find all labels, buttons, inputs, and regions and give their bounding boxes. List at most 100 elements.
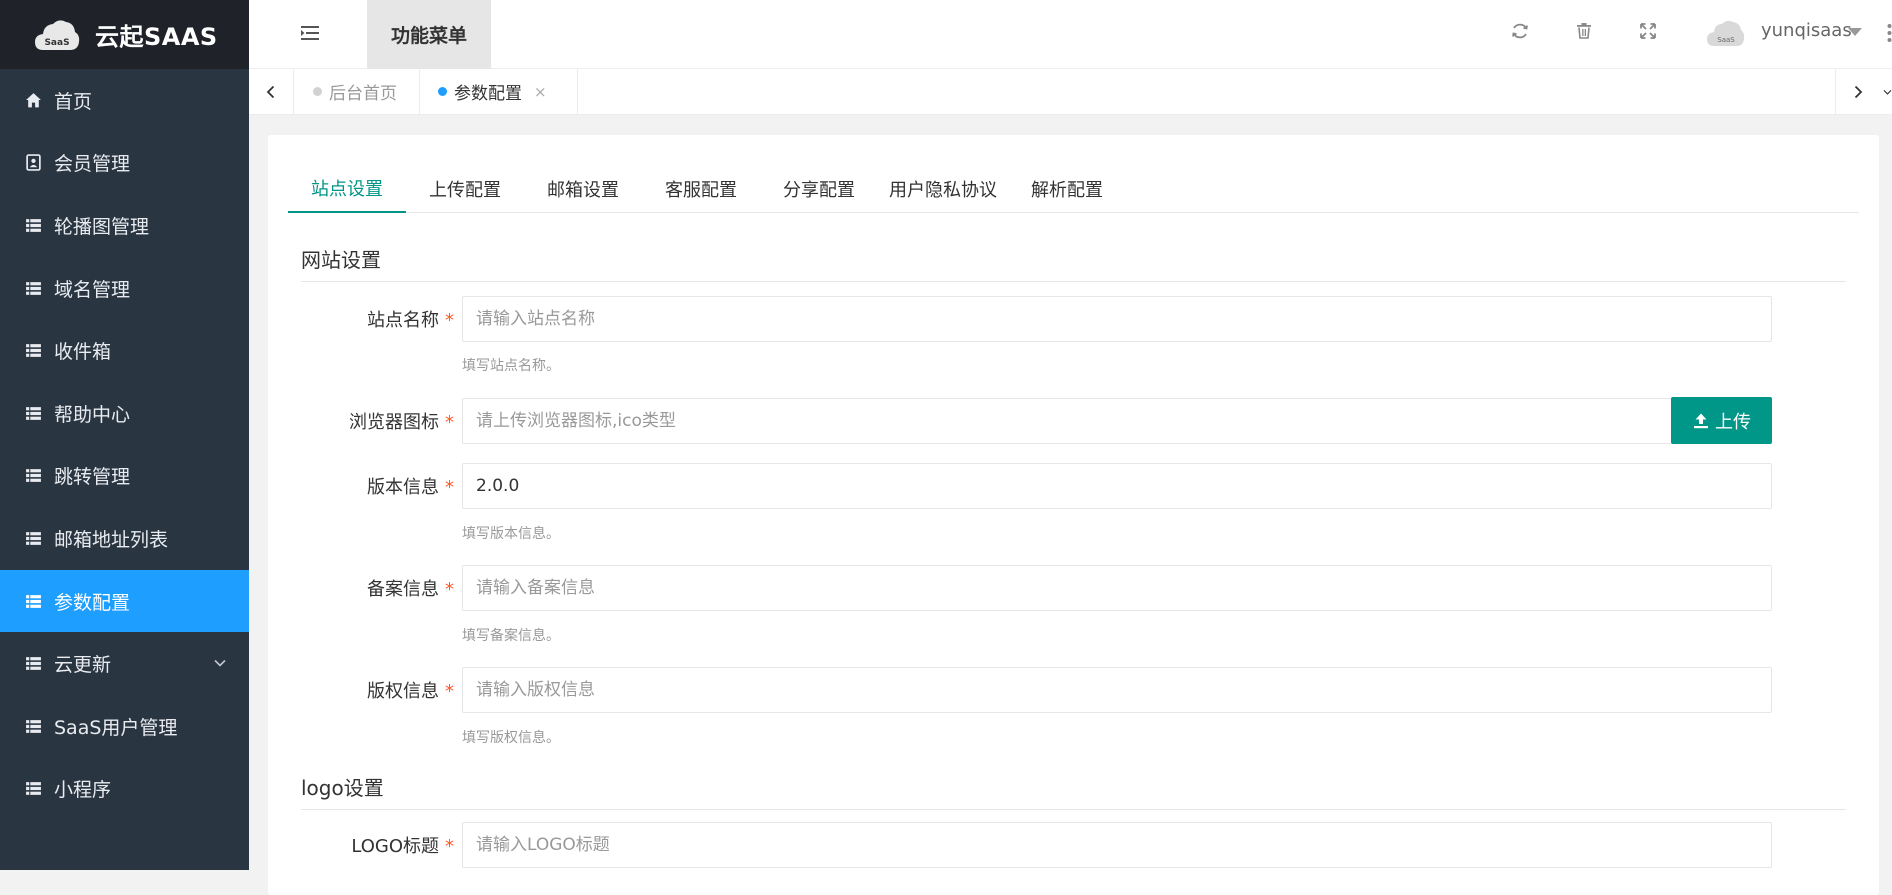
sidebar-item-label: 参数配置 [54, 591, 131, 614]
menu-toggle-icon[interactable] [299, 22, 321, 44]
avatar[interactable]: SaaS [1706, 17, 1746, 49]
label-text: LOGO标题 [351, 836, 439, 857]
sidebar-item-label: 收件箱 [54, 341, 112, 364]
upload-button-label: 上传 [1715, 411, 1751, 433]
required-mark: * [445, 681, 454, 702]
list-icon [24, 529, 42, 547]
more-vertical-icon[interactable] [1887, 22, 1892, 44]
sidebar-item-carousel[interactable]: 轮播图管理 [0, 194, 249, 257]
version-label: 版本信息 * [268, 473, 454, 499]
page-tab-label: 后台首页 [329, 84, 397, 104]
copyright-input[interactable] [462, 667, 1772, 713]
sidebar-item-help[interactable]: 帮助中心 [0, 382, 249, 445]
label-text: 浏览器图标 [349, 412, 439, 433]
list-icon [24, 216, 42, 234]
trash-icon[interactable] [1574, 21, 1596, 43]
sidebar-item-inbox[interactable]: 收件箱 [0, 319, 249, 382]
caret-down-icon[interactable] [1848, 28, 1862, 36]
page-tab-params[interactable]: 参数配置 × [420, 69, 578, 114]
username-label[interactable]: yunqisaas [1761, 20, 1852, 41]
sidebar-item-label: 小程序 [54, 779, 112, 802]
version-help: 填写版本信息。 [462, 526, 560, 542]
refresh-icon[interactable] [1510, 21, 1532, 43]
avatar-text: SaaS [1717, 36, 1735, 44]
tab-upload-config[interactable]: 上传配置 [406, 165, 524, 212]
tab-site-settings[interactable]: 站点设置 [288, 165, 406, 213]
site-name-help: 填写站点名称。 [462, 358, 560, 374]
sidebar-item-label: SaaS用户管理 [54, 716, 178, 739]
page-tabs-bar: 后台首页 参数配置 × [249, 69, 1892, 115]
list-icon [24, 780, 42, 798]
favicon-input[interactable] [462, 398, 1672, 444]
sidebar-item-redirects[interactable]: 跳转管理 [0, 445, 249, 508]
section-divider [301, 281, 1846, 282]
sidebar-item-label: 首页 [54, 90, 93, 113]
list-icon [24, 342, 42, 360]
sidebar-item-cloud-update[interactable]: 云更新 [0, 632, 249, 695]
tab-status-dot [438, 87, 447, 96]
sidebar-nav: 首页 会员管理 轮播图管理 域名管理 收件箱 帮助中心 跳转管理 邮箱地址列表 [0, 69, 249, 820]
tab-privacy-policy[interactable]: 用户隐私协议 [878, 165, 1008, 212]
copyright-label: 版权信息 * [268, 677, 454, 703]
list-icon [24, 279, 42, 297]
top-header: 功能菜单 SaaS yunqisaas [249, 0, 1892, 69]
sidebar-item-label: 轮播图管理 [54, 215, 150, 238]
icp-label: 备案信息 * [268, 575, 454, 601]
section-divider [301, 809, 1846, 810]
tabs-scroll-right-button[interactable] [1835, 69, 1880, 114]
required-mark: * [445, 836, 454, 857]
tab-email-settings[interactable]: 邮箱设置 [524, 165, 642, 212]
sidebar-item-label: 跳转管理 [54, 466, 131, 489]
config-card: 站点设置 上传配置 邮箱设置 客服配置 分享配置 用户隐私协议 解析配置 网站设… [268, 135, 1879, 895]
icp-input[interactable] [462, 565, 1772, 611]
version-input[interactable] [462, 463, 1772, 509]
site-name-input[interactable] [462, 296, 1772, 342]
tabs-scroll-left-button[interactable] [249, 69, 294, 114]
sidebar-item-params[interactable]: 参数配置 [0, 569, 249, 633]
fullscreen-icon[interactable] [1638, 21, 1660, 43]
logo-text: SaaS [44, 38, 69, 48]
page-tab-home[interactable]: 后台首页 [294, 69, 420, 114]
sidebar-item-label: 域名管理 [54, 278, 131, 301]
sidebar-item-label: 会员管理 [54, 153, 131, 176]
brand-logo[interactable]: SaaS 云起SAAS [0, 0, 249, 69]
cloud-logo-icon: SaaS [33, 16, 81, 54]
upload-favicon-button[interactable]: 上传 [1671, 397, 1772, 444]
label-text: 备案信息 [367, 579, 439, 600]
close-icon[interactable]: × [534, 83, 547, 101]
sidebar-item-domains[interactable]: 域名管理 [0, 257, 249, 320]
section-title-website: 网站设置 [301, 248, 381, 272]
sidebar-item-members[interactable]: 会员管理 [0, 132, 249, 195]
tab-status-dot [313, 87, 322, 96]
site-name-label: 站点名称 * [268, 306, 454, 332]
config-tabs: 站点设置 上传配置 邮箱设置 客服配置 分享配置 用户隐私协议 解析配置 [288, 165, 1859, 213]
contact-card-icon [24, 154, 42, 172]
required-mark: * [445, 412, 454, 433]
sidebar-item-saas-users[interactable]: SaaS用户管理 [0, 695, 249, 758]
sidebar-item-label: 帮助中心 [54, 403, 131, 426]
list-icon [24, 404, 42, 422]
upload-icon [1694, 413, 1708, 428]
logo-title-input[interactable] [462, 822, 1772, 868]
sidebar-item-label: 云更新 [54, 654, 112, 677]
required-mark: * [445, 477, 454, 498]
label-text: 版本信息 [367, 477, 439, 498]
sidebar-item-email-list[interactable]: 邮箱地址列表 [0, 507, 249, 570]
required-mark: * [445, 310, 454, 331]
sidebar-item-mini-program[interactable]: 小程序 [0, 758, 249, 821]
tab-parse-config[interactable]: 解析配置 [1008, 165, 1126, 212]
tabs-dropdown-button[interactable] [1879, 69, 1892, 114]
sidebar-item-home[interactable]: 首页 [0, 69, 249, 132]
chevron-down-icon [214, 660, 226, 667]
required-mark: * [445, 579, 454, 600]
icp-help: 填写备案信息。 [462, 628, 560, 644]
tab-share-config[interactable]: 分享配置 [760, 165, 878, 212]
list-icon [24, 592, 42, 610]
logo-title-label: LOGO标题 * [268, 832, 454, 858]
list-icon [24, 717, 42, 735]
function-menu-button[interactable]: 功能菜单 [367, 0, 491, 69]
tab-support-config[interactable]: 客服配置 [642, 165, 760, 212]
page-tab-label: 参数配置 [454, 84, 522, 104]
chevron-down-icon [1883, 89, 1892, 95]
brand-title: 云起SAAS [95, 23, 218, 51]
